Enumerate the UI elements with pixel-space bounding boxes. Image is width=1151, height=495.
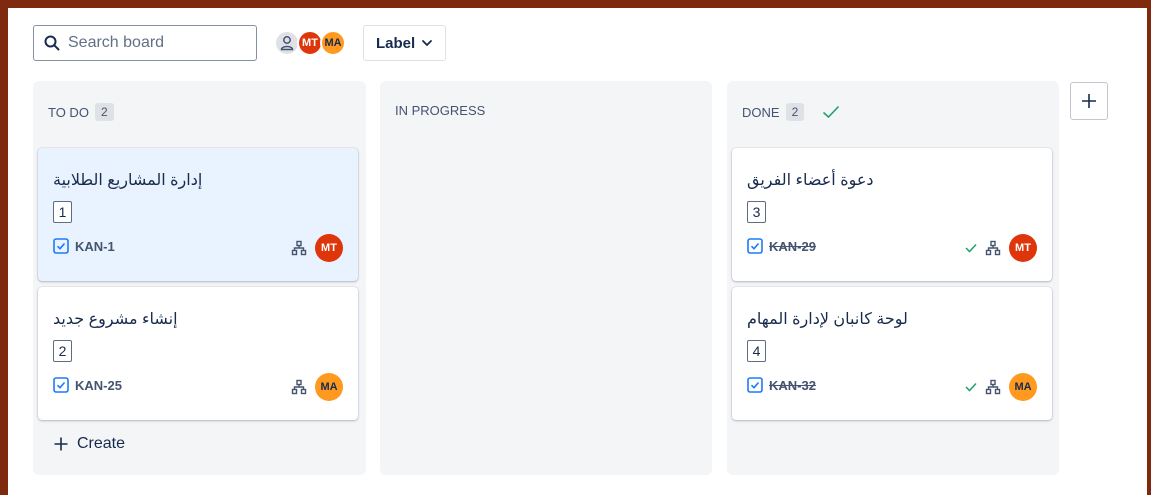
column-header-in-progress: IN PROGRESS (395, 103, 485, 118)
card-title: إدارة المشاريع الطلابية (53, 172, 203, 189)
card-meta: MA (291, 373, 343, 401)
label-filter-button[interactable]: Label (363, 25, 447, 61)
issue-card-kan-29[interactable]: دعوة أعضاء الفريق 3 KAN-29 MT (732, 148, 1052, 281)
issue-card-kan-1[interactable]: إدارة المشاريع الطلابية 1 KAN-1 MT (38, 148, 358, 281)
board-toolbar: MT MA Label (33, 23, 447, 63)
subtasks-icon (291, 240, 307, 256)
card-title: إنشاء مشروع جديد (53, 311, 178, 328)
card-key[interactable]: KAN-25 (53, 377, 122, 393)
checkbox-icon (747, 377, 763, 393)
check-icon (965, 243, 977, 253)
card-key-text: KAN-29 (769, 238, 816, 254)
column-done: DONE 2 دعوة أعضاء الفريق 3 KAN-29 MT لوح… (727, 81, 1059, 475)
card-key[interactable]: KAN-29 (747, 238, 816, 254)
card-meta: MT (965, 234, 1037, 262)
person-icon (280, 36, 294, 51)
card-number: 3 (747, 201, 766, 223)
issue-card-kan-25[interactable]: إنشاء مشروع جديد 2 KAN-25 MA (38, 287, 358, 420)
check-icon (965, 382, 977, 392)
window-frame-right (1147, 0, 1151, 495)
column-header-done: DONE 2 (742, 103, 840, 121)
card-number: 1 (53, 201, 72, 223)
plus-icon (54, 437, 68, 451)
create-issue-button[interactable]: Create (53, 435, 125, 453)
column-in-progress: IN PROGRESS (380, 81, 712, 475)
card-assignee-avatar[interactable]: MA (1009, 373, 1037, 401)
label-filter-text: Label (376, 34, 416, 52)
search-box[interactable] (33, 25, 257, 61)
card-title: لوحة كانبان لإدارة المهام (747, 311, 908, 328)
card-assignee-avatar[interactable]: MT (1009, 234, 1037, 262)
avatar-ma[interactable]: MA (320, 30, 346, 56)
subtasks-icon (985, 379, 1001, 395)
assignee-filter: MT MA (274, 30, 346, 56)
checkbox-icon (53, 377, 69, 393)
search-icon (44, 35, 60, 51)
card-number: 2 (53, 340, 72, 362)
card-key-text: KAN-1 (75, 238, 115, 254)
search-input[interactable] (66, 33, 250, 53)
card-key-text: KAN-32 (769, 377, 816, 393)
column-header-todo: TO DO 2 (48, 103, 114, 121)
column-count: 2 (94, 103, 114, 121)
add-column-button[interactable] (1070, 82, 1108, 120)
column-title: TO DO (48, 104, 89, 120)
column-title: DONE (742, 104, 780, 120)
window-frame-left (0, 0, 8, 495)
plus-icon (1082, 94, 1096, 108)
column-title: IN PROGRESS (395, 103, 486, 118)
card-key[interactable]: KAN-32 (747, 377, 816, 393)
card-meta: MA (965, 373, 1037, 401)
chevron-down-icon (422, 40, 433, 47)
column-count: 2 (785, 103, 805, 121)
create-label: Create (77, 435, 126, 452)
card-key[interactable]: KAN-1 (53, 238, 115, 254)
checkbox-icon (747, 238, 763, 254)
card-title: دعوة أعضاء الفريق (747, 172, 874, 189)
card-key-text: KAN-25 (75, 377, 122, 393)
card-number: 4 (747, 340, 766, 362)
check-icon (823, 105, 840, 119)
subtasks-icon (291, 379, 307, 395)
column-todo: TO DO 2 إدارة المشاريع الطلابية 1 KAN-1 … (33, 81, 366, 475)
card-assignee-avatar[interactable]: MA (315, 373, 343, 401)
issue-card-kan-32[interactable]: لوحة كانبان لإدارة المهام 4 KAN-32 MA (732, 287, 1052, 420)
card-assignee-avatar[interactable]: MT (315, 234, 343, 262)
checkbox-icon (53, 238, 69, 254)
subtasks-icon (985, 240, 1001, 256)
window-frame-top (0, 0, 1151, 8)
card-meta: MT (291, 234, 343, 262)
